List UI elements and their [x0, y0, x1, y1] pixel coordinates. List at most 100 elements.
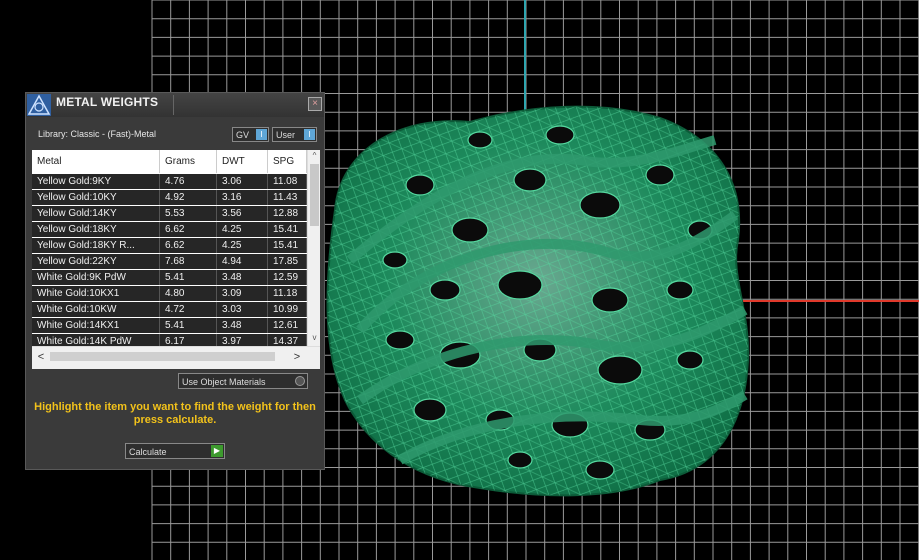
- table-row[interactable]: Yellow Gold:9KY 4.76 3.06 11.08: [32, 174, 307, 189]
- table-row[interactable]: White Gold:14K PdW 6.17 3.97 14.37: [32, 334, 307, 346]
- dwt-cell: 3.06: [217, 174, 268, 189]
- metal-cell: White Gold:10KW: [32, 302, 160, 317]
- user-toggle[interactable]: User I: [272, 127, 317, 142]
- mesh-hole: [413, 398, 447, 422]
- horizontal-scrollbar[interactable]: < >: [32, 346, 320, 369]
- column-header-metal[interactable]: Metal: [32, 150, 160, 173]
- use-object-materials-label: Use Object Materials: [182, 377, 266, 387]
- grams-cell: 6.62: [160, 222, 217, 237]
- user-toggle-label: User: [276, 130, 296, 140]
- table-row[interactable]: White Gold:9K PdW 5.41 3.48 12.59: [32, 270, 307, 285]
- mesh-hole: [382, 251, 408, 269]
- gv-toggle-icon: I: [256, 129, 267, 140]
- use-object-materials-toggle[interactable]: Use Object Materials: [178, 373, 308, 389]
- metal-cell: Yellow Gold:18KY R...: [32, 238, 160, 253]
- mesh-hole: [405, 174, 435, 196]
- spg-cell: 12.59: [268, 270, 307, 285]
- mesh-hole: [497, 270, 543, 300]
- column-header-grams[interactable]: Grams: [160, 150, 217, 173]
- mesh-hole: [513, 168, 547, 192]
- column-header-spg[interactable]: SPG: [268, 150, 307, 173]
- table-body: Yellow Gold:9KY 4.76 3.06 11.08 Yellow Gold:…: [32, 174, 307, 346]
- grams-cell: 4.72: [160, 302, 217, 317]
- mesh-hole: [591, 287, 629, 313]
- mesh-hole: [666, 280, 694, 300]
- mesh-hole: [645, 164, 675, 186]
- spg-cell: 12.88: [268, 206, 307, 221]
- table-header: Metal Grams DWT SPG: [32, 150, 307, 173]
- mesh-hole: [507, 451, 533, 469]
- calculate-button[interactable]: Calculate ▶: [125, 443, 225, 459]
- metal-weights-dialog: METAL WEIGHTS × Library: Classic - (Fast…: [25, 92, 325, 470]
- column-header-dwt[interactable]: DWT: [217, 150, 268, 173]
- mesh-hole: [467, 131, 493, 149]
- play-icon: ▶: [211, 445, 223, 457]
- dwt-cell: 4.25: [217, 222, 268, 237]
- scroll-left-icon[interactable]: <: [34, 349, 48, 365]
- metal-cell: Yellow Gold:18KY: [32, 222, 160, 237]
- mesh-hole: [579, 191, 621, 219]
- close-icon[interactable]: ×: [308, 97, 322, 111]
- dialog-titlebar[interactable]: METAL WEIGHTS ×: [26, 93, 324, 117]
- dwt-cell: 3.03: [217, 302, 268, 317]
- table-row[interactable]: Yellow Gold:14KY 5.53 3.56 12.88: [32, 206, 307, 221]
- dwt-cell: 3.48: [217, 270, 268, 285]
- mesh-hole: [429, 279, 461, 301]
- dwt-cell: 3.48: [217, 318, 268, 333]
- metal-cell: White Gold:10KX1: [32, 286, 160, 301]
- table-row[interactable]: Yellow Gold:10KY 4.92 3.16 11.43: [32, 190, 307, 205]
- gv-toggle-label: GV: [236, 130, 250, 140]
- table-row[interactable]: White Gold:10KW 4.72 3.03 10.99: [32, 302, 307, 317]
- metal-cell: White Gold:9K PdW: [32, 270, 160, 285]
- grams-cell: 6.17: [160, 334, 217, 346]
- spg-cell: 11.18: [268, 286, 307, 301]
- mesh-hole: [585, 460, 615, 480]
- table-row[interactable]: White Gold:14KX1 5.41 3.48 12.61: [32, 318, 307, 333]
- dwt-cell: 3.56: [217, 206, 268, 221]
- mesh-hole: [597, 355, 643, 385]
- grams-cell: 6.62: [160, 238, 217, 253]
- library-label: Library: Classic - (Fast)-Metal: [38, 129, 157, 139]
- spg-cell: 12.61: [268, 318, 307, 333]
- title-divider: [173, 95, 174, 115]
- grams-cell: 5.41: [160, 270, 217, 285]
- scroll-up-icon[interactable]: ^: [308, 150, 320, 162]
- gv-toggle[interactable]: GV I: [232, 127, 269, 142]
- app-logo-icon: [27, 94, 51, 116]
- metal-cell: White Gold:14K PdW: [32, 334, 160, 346]
- dwt-cell: 3.09: [217, 286, 268, 301]
- spg-cell: 14.37: [268, 334, 307, 346]
- mesh-hole: [545, 125, 575, 145]
- dwt-cell: 3.97: [217, 334, 268, 346]
- vertical-scrollbar[interactable]: ^ v: [307, 150, 320, 346]
- table-row[interactable]: Yellow Gold:18KY R... 6.62 4.25 15.41: [32, 238, 307, 253]
- metal-cell: White Gold:14KX1: [32, 318, 160, 333]
- table-row[interactable]: Yellow Gold:22KY 7.68 4.94 17.85: [32, 254, 307, 269]
- radio-icon: [295, 376, 305, 386]
- scroll-down-icon[interactable]: v: [308, 332, 320, 344]
- spg-cell: 11.43: [268, 190, 307, 205]
- scroll-right-icon[interactable]: >: [290, 349, 304, 365]
- table-row[interactable]: Yellow Gold:18KY 6.62 4.25 15.41: [32, 222, 307, 237]
- calculate-label: Calculate: [129, 447, 167, 457]
- metal-cell: Yellow Gold:10KY: [32, 190, 160, 205]
- dwt-cell: 4.94: [217, 254, 268, 269]
- grams-cell: 7.68: [160, 254, 217, 269]
- vertical-scroll-thumb[interactable]: [310, 164, 319, 226]
- dialog-title: METAL WEIGHTS: [56, 95, 159, 109]
- horizontal-scroll-thumb[interactable]: [50, 352, 275, 361]
- grams-cell: 5.41: [160, 318, 217, 333]
- grams-cell: 4.80: [160, 286, 217, 301]
- instruction-text: Highlight the item you want to find the …: [34, 401, 316, 426]
- spg-cell: 15.41: [268, 222, 307, 237]
- dwt-cell: 4.25: [217, 238, 268, 253]
- grams-cell: 5.53: [160, 206, 217, 221]
- metal-cell: Yellow Gold:22KY: [32, 254, 160, 269]
- table-row[interactable]: White Gold:10KX1 4.80 3.09 11.18: [32, 286, 307, 301]
- dwt-cell: 3.16: [217, 190, 268, 205]
- spg-cell: 10.99: [268, 302, 307, 317]
- metal-table: Metal Grams DWT SPG Yellow Gold:9KY 4.76 3…: [32, 150, 320, 369]
- spg-cell: 15.41: [268, 238, 307, 253]
- mesh-hole: [451, 217, 489, 243]
- grams-cell: 4.92: [160, 190, 217, 205]
